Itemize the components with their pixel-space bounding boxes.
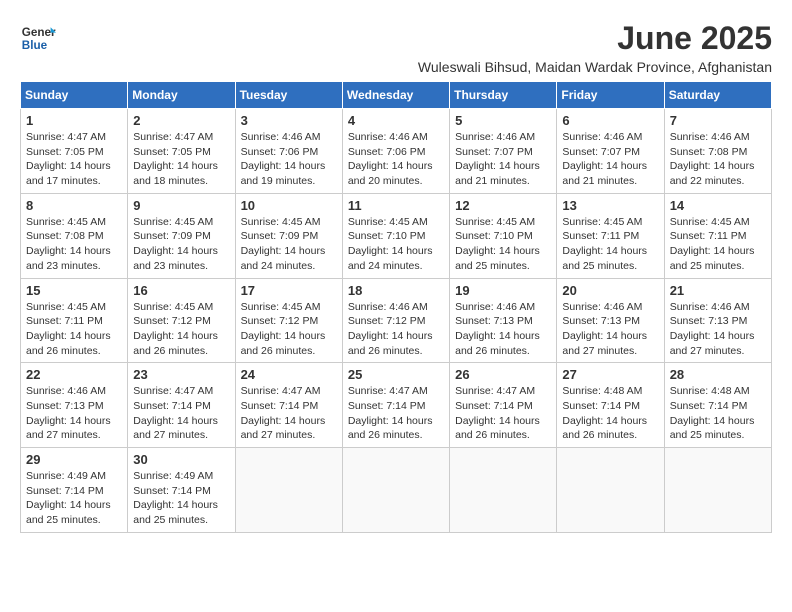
col-saturday: Saturday — [664, 82, 771, 109]
day-cell: 28 Sunrise: 4:48 AMSunset: 7:14 PMDaylig… — [664, 363, 771, 448]
table-row: 8 Sunrise: 4:45 AMSunset: 7:08 PMDayligh… — [21, 193, 772, 278]
svg-text:Blue: Blue — [22, 39, 48, 52]
day-cell: 23 Sunrise: 4:47 AMSunset: 7:14 PMDaylig… — [128, 363, 235, 448]
day-cell: 4 Sunrise: 4:46 AMSunset: 7:06 PMDayligh… — [342, 109, 449, 194]
col-thursday: Thursday — [450, 82, 557, 109]
table-row: 1 Sunrise: 4:47 AMSunset: 7:05 PMDayligh… — [21, 109, 772, 194]
day-cell-empty — [557, 448, 664, 533]
header: General Blue June 2025 Wuleswali Bihsud,… — [20, 20, 772, 75]
day-cell: 8 Sunrise: 4:45 AMSunset: 7:08 PMDayligh… — [21, 193, 128, 278]
calendar-header-row: Sunday Monday Tuesday Wednesday Thursday… — [21, 82, 772, 109]
day-cell: 12 Sunrise: 4:45 AMSunset: 7:10 PMDaylig… — [450, 193, 557, 278]
day-cell: 15 Sunrise: 4:45 AMSunset: 7:11 PMDaylig… — [21, 278, 128, 363]
day-cell: 18 Sunrise: 4:46 AMSunset: 7:12 PMDaylig… — [342, 278, 449, 363]
table-row: 15 Sunrise: 4:45 AMSunset: 7:11 PMDaylig… — [21, 278, 772, 363]
day-cell: 16 Sunrise: 4:45 AMSunset: 7:12 PMDaylig… — [128, 278, 235, 363]
col-friday: Friday — [557, 82, 664, 109]
col-wednesday: Wednesday — [342, 82, 449, 109]
day-cell: 5 Sunrise: 4:46 AMSunset: 7:07 PMDayligh… — [450, 109, 557, 194]
day-cell: 21 Sunrise: 4:46 AMSunset: 7:13 PMDaylig… — [664, 278, 771, 363]
day-cell: 24 Sunrise: 4:47 AMSunset: 7:14 PMDaylig… — [235, 363, 342, 448]
col-tuesday: Tuesday — [235, 82, 342, 109]
day-cell: 9 Sunrise: 4:45 AMSunset: 7:09 PMDayligh… — [128, 193, 235, 278]
day-cell: 29 Sunrise: 4:49 AMSunset: 7:14 PMDaylig… — [21, 448, 128, 533]
day-cell: 19 Sunrise: 4:46 AMSunset: 7:13 PMDaylig… — [450, 278, 557, 363]
day-cell: 20 Sunrise: 4:46 AMSunset: 7:13 PMDaylig… — [557, 278, 664, 363]
day-cell-empty — [664, 448, 771, 533]
day-cell: 27 Sunrise: 4:48 AMSunset: 7:14 PMDaylig… — [557, 363, 664, 448]
title-area: June 2025 Wuleswali Bihsud, Maidan Warda… — [418, 20, 772, 75]
day-cell: 1 Sunrise: 4:47 AMSunset: 7:05 PMDayligh… — [21, 109, 128, 194]
day-cell: 11 Sunrise: 4:45 AMSunset: 7:10 PMDaylig… — [342, 193, 449, 278]
day-cell: 3 Sunrise: 4:46 AMSunset: 7:06 PMDayligh… — [235, 109, 342, 194]
day-cell: 6 Sunrise: 4:46 AMSunset: 7:07 PMDayligh… — [557, 109, 664, 194]
month-title: June 2025 — [418, 20, 772, 57]
col-sunday: Sunday — [21, 82, 128, 109]
day-cell: 7 Sunrise: 4:46 AMSunset: 7:08 PMDayligh… — [664, 109, 771, 194]
day-cell: 10 Sunrise: 4:45 AMSunset: 7:09 PMDaylig… — [235, 193, 342, 278]
day-cell-empty — [450, 448, 557, 533]
day-cell: 14 Sunrise: 4:45 AMSunset: 7:11 PMDaylig… — [664, 193, 771, 278]
day-cell: 13 Sunrise: 4:45 AMSunset: 7:11 PMDaylig… — [557, 193, 664, 278]
logo: General Blue — [20, 20, 56, 56]
logo-icon: General Blue — [20, 20, 56, 56]
day-cell: 2 Sunrise: 4:47 AMSunset: 7:05 PMDayligh… — [128, 109, 235, 194]
day-cell: 17 Sunrise: 4:45 AMSunset: 7:12 PMDaylig… — [235, 278, 342, 363]
day-cell: 30 Sunrise: 4:49 AMSunset: 7:14 PMDaylig… — [128, 448, 235, 533]
subtitle: Wuleswali Bihsud, Maidan Wardak Province… — [418, 59, 772, 75]
day-cell: 22 Sunrise: 4:46 AMSunset: 7:13 PMDaylig… — [21, 363, 128, 448]
day-cell: 25 Sunrise: 4:47 AMSunset: 7:14 PMDaylig… — [342, 363, 449, 448]
day-cell-empty — [342, 448, 449, 533]
calendar-table: Sunday Monday Tuesday Wednesday Thursday… — [20, 81, 772, 533]
table-row: 22 Sunrise: 4:46 AMSunset: 7:13 PMDaylig… — [21, 363, 772, 448]
day-cell-empty — [235, 448, 342, 533]
col-monday: Monday — [128, 82, 235, 109]
day-cell: 26 Sunrise: 4:47 AMSunset: 7:14 PMDaylig… — [450, 363, 557, 448]
table-row: 29 Sunrise: 4:49 AMSunset: 7:14 PMDaylig… — [21, 448, 772, 533]
